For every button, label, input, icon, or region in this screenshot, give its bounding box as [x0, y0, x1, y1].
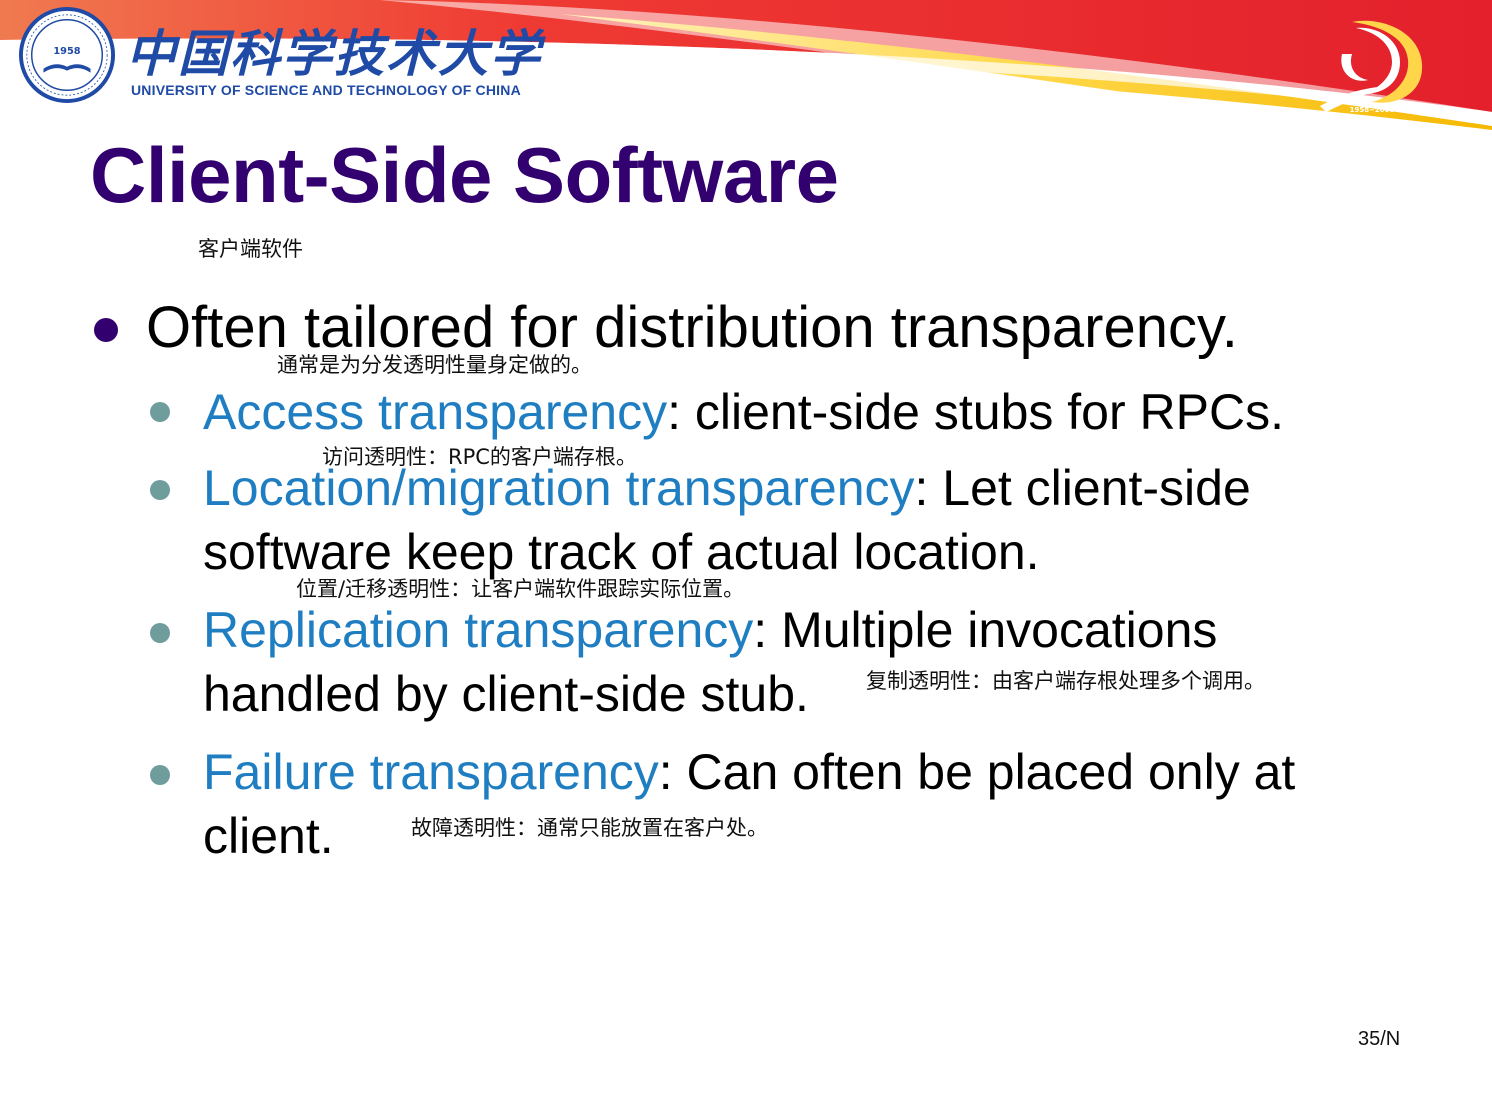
sub-bullet-dot: [150, 480, 170, 500]
term-access-transparency: Access transparency: [203, 384, 668, 440]
sub-bullet-note: 故障透明性：通常只能放置在客户处。: [411, 816, 768, 840]
bullet-dot: [94, 318, 118, 342]
university-seal-logo: 1958: [18, 6, 116, 104]
sub-bullet-text: : Let client-side: [914, 460, 1251, 516]
sub-bullet-failure-line2: client.: [203, 808, 334, 864]
school-name-chinese: 中国科学技术大学: [126, 24, 542, 83]
svg-text:1958~2008: 1958~2008: [1350, 106, 1395, 114]
sub-bullet-text: : client-side stubs for RPCs.: [667, 384, 1284, 440]
sub-bullet-location: Location/migration transparency: Let cli…: [203, 456, 1251, 520]
sub-bullet-note: 复制透明性：由客户端存根处理多个调用。: [866, 669, 1265, 693]
anniversary-emblem-logo: 1958~2008: [1320, 20, 1423, 114]
title-note: 客户端软件: [198, 237, 303, 261]
term-failure-transparency: Failure transparency: [203, 744, 659, 800]
sub-bullet-text: : Can often be placed only at: [658, 744, 1296, 800]
sub-bullet-failure: Failure transparency: Can often be place…: [203, 740, 1295, 804]
slide: 1958 中国科学技术大学 UNIVERSITY OF SCIENCE AND …: [0, 0, 1492, 1119]
sub-bullet-replication-line2: handled by client-side stub.: [203, 666, 809, 722]
page-number: 35/N: [1358, 1028, 1401, 1050]
term-location-migration-transparency: Location/migration transparency: [203, 460, 915, 516]
term-replication-transparency: Replication transparency: [203, 602, 754, 658]
slide-title: Client-Side Software: [90, 131, 839, 219]
sub-bullet-replication: Replication transparency: Multiple invoc…: [203, 598, 1217, 662]
school-name-english: UNIVERSITY OF SCIENCE AND TECHNOLOGY OF …: [131, 82, 521, 98]
sub-bullet-dot: [150, 765, 170, 785]
sub-bullet-dot: [150, 623, 170, 643]
svg-text:1958: 1958: [53, 46, 80, 57]
main-bullet-note: 通常是为分发透明性量身定做的。: [277, 353, 592, 377]
sub-bullet-dot: [150, 402, 170, 422]
sub-bullet-access: Access transparency: client-side stubs f…: [203, 380, 1284, 444]
sub-bullet-text: : Multiple invocations: [753, 602, 1218, 658]
